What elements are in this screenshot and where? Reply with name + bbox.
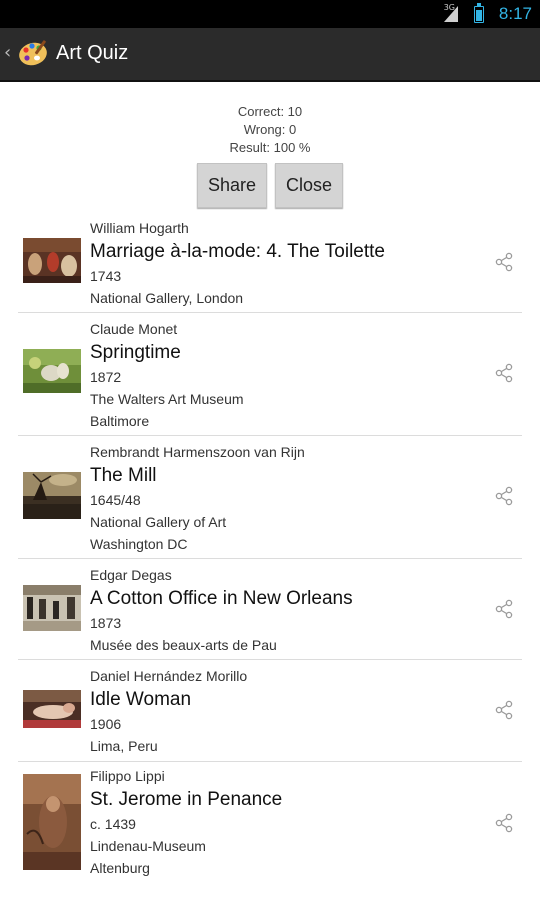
list-item[interactable]: Daniel Hernández Morillo Idle Woman 1906… (18, 660, 522, 762)
correct-count: Correct: 10 (237, 104, 303, 119)
share-icon[interactable] (494, 486, 514, 506)
painting-meta-line: Altenburg (90, 860, 150, 876)
painting-meta-line: Lindenau-Museum (90, 838, 206, 854)
painting-meta-line: 1872 (90, 369, 122, 385)
share-icon[interactable] (494, 700, 514, 720)
action-bar: ‹ Art Quiz (0, 28, 540, 82)
painting-meta-line: Musée des beaux-arts de Pau (90, 637, 277, 653)
painting-meta-line: National Gallery of Art (90, 514, 227, 530)
painting-title: Marriage à-la-mode: 4. The Toilette (90, 241, 386, 262)
list-item[interactable]: William Hogarth Marriage à-la-mode: 4. T… (18, 216, 522, 313)
painting-artist: Claude Monet (90, 321, 178, 337)
list-item[interactable]: Edgar Degas A Cotton Office in New Orlea… (18, 559, 522, 660)
painting-title: St. Jerome in Penance (90, 789, 283, 810)
painting-artist: Filippo Lippi (90, 768, 165, 784)
painting-meta-line: 1645/48 (90, 492, 141, 508)
painting-thumbnail (23, 774, 81, 870)
share-button[interactable]: Share (197, 163, 267, 208)
painting-info: William Hogarth Marriage à-la-mode: 4. T… (90, 217, 385, 309)
painting-info: Claude Monet Springtime 1872 The Walters… (90, 318, 244, 432)
chevron-left-icon[interactable]: ‹ (4, 42, 11, 63)
share-icon[interactable] (494, 599, 514, 619)
painting-meta-line: c. 1439 (90, 816, 136, 832)
painting-thumbnail (23, 472, 81, 519)
painting-info: Rembrandt Harmenszoon van Rijn The Mill … (90, 441, 305, 555)
summary-actions: Share Close (0, 163, 540, 208)
share-icon[interactable] (494, 363, 514, 383)
result-percent: Result: 100 % (229, 140, 311, 155)
painting-meta-line: Baltimore (90, 413, 150, 429)
painting-meta-line: 1906 (90, 716, 122, 732)
painting-list: William Hogarth Marriage à-la-mode: 4. T… (18, 216, 522, 886)
painting-thumbnail (23, 690, 81, 728)
painting-title: The Mill (90, 465, 157, 486)
painting-title: Idle Woman (90, 689, 192, 710)
painting-meta-line: Lima, Peru (90, 738, 158, 754)
list-item[interactable]: Rembrandt Harmenszoon van Rijn The Mill … (18, 436, 522, 559)
painting-thumbnail (23, 349, 81, 393)
painting-meta-line: The Walters Art Museum (90, 391, 244, 407)
painting-artist: Daniel Hernández Morillo (90, 668, 248, 684)
painting-info: Filippo Lippi St. Jerome in Penance c. 1… (90, 765, 282, 879)
painting-info: Daniel Hernández Morillo Idle Woman 1906… (90, 665, 247, 757)
painting-thumbnail (23, 238, 81, 283)
painting-artist: William Hogarth (90, 220, 189, 236)
painting-title: Springtime (90, 342, 181, 363)
status-bar: 3G 8:17 (0, 0, 540, 28)
list-item[interactable]: Claude Monet Springtime 1872 The Walters… (18, 313, 522, 436)
painting-artist: Rembrandt Harmenszoon van Rijn (90, 444, 305, 460)
share-icon[interactable] (494, 813, 514, 833)
painting-meta-line: 1873 (90, 615, 122, 631)
clock: 8:17 (498, 4, 532, 23)
painting-meta-line: 1743 (90, 268, 122, 284)
painting-info: Edgar Degas A Cotton Office in New Orlea… (90, 564, 353, 656)
painting-meta-line: National Gallery, London (90, 290, 244, 306)
signal-icon (444, 6, 458, 22)
painting-title: A Cotton Office in New Orleans (90, 588, 353, 609)
palette-icon[interactable] (17, 37, 49, 69)
close-button[interactable]: Close (275, 163, 343, 208)
battery-icon (474, 3, 484, 23)
painting-thumbnail (23, 585, 81, 631)
painting-meta-line: Washington DC (90, 536, 188, 552)
list-item[interactable]: Filippo Lippi St. Jerome in Penance c. 1… (18, 762, 522, 886)
app-title: Art Quiz (56, 42, 129, 64)
share-icon[interactable] (494, 252, 514, 272)
quiz-summary: Correct: 10 Wrong: 0 Result: 100 % (0, 103, 540, 157)
wrong-count: Wrong: 0 (243, 122, 297, 137)
painting-artist: Edgar Degas (90, 567, 172, 583)
